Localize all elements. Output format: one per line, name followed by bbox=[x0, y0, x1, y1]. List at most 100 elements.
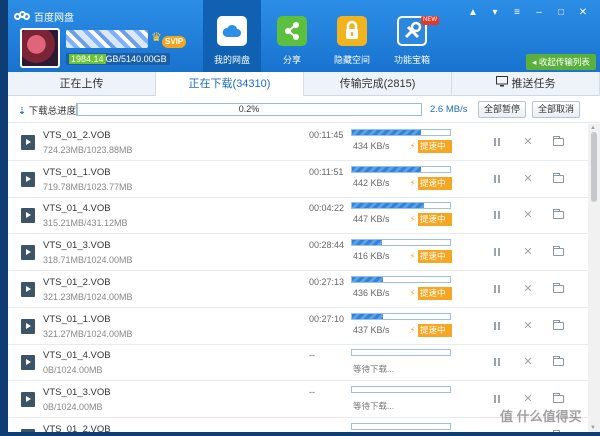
new-badge: NEW bbox=[421, 16, 439, 25]
open-folder-icon[interactable] bbox=[551, 355, 565, 369]
minimize-button[interactable]: – bbox=[528, 6, 550, 20]
avatar[interactable] bbox=[20, 28, 60, 68]
scroll-up-icon[interactable]: ▲ bbox=[590, 125, 598, 131]
open-folder-icon[interactable] bbox=[551, 245, 565, 259]
nav-hidden-space[interactable]: 隐藏空间 bbox=[323, 0, 381, 72]
pause-icon[interactable] bbox=[490, 135, 504, 149]
boost-badge[interactable]: ⚡ 提速中 bbox=[407, 323, 452, 337]
cancel-icon[interactable]: ✕ bbox=[521, 392, 535, 406]
video-file-icon bbox=[21, 245, 35, 261]
open-folder-icon[interactable] bbox=[551, 392, 565, 406]
open-folder-icon[interactable] bbox=[551, 282, 565, 296]
scroll-down-icon[interactable]: ▼ bbox=[590, 425, 598, 431]
file-size: 719.78MB/1023.77MB bbox=[43, 181, 133, 192]
menu-icon[interactable]: ≡ bbox=[506, 6, 528, 20]
open-folder-icon[interactable] bbox=[551, 208, 565, 222]
notification-icon[interactable]: ▲ bbox=[462, 6, 484, 20]
boost-badge[interactable]: ⚡ 提速中 bbox=[407, 140, 452, 153]
download-row[interactable]: VTS_01_3.VOB 318.71MB/1024.00MB 00:28:44 41… bbox=[8, 234, 588, 272]
cloud-icon bbox=[217, 16, 247, 46]
boost-badge[interactable]: ⚡ 提速中 bbox=[407, 213, 452, 227]
file-name: VTS_01_3.VOB bbox=[43, 386, 111, 398]
close-button[interactable]: ✕ bbox=[572, 6, 594, 20]
file-name: VTS_01_2.VOB bbox=[43, 423, 111, 432]
cancel-icon[interactable]: ✕ bbox=[521, 282, 535, 296]
remaining-time: 00:04:22 bbox=[309, 203, 345, 214]
share-icon bbox=[277, 16, 307, 46]
download-row[interactable]: VTS_01_4.VOB 315.21MB/431.12MB 00:04:22 447… bbox=[8, 197, 588, 235]
collapse-transfer-list-button[interactable]: ◂ 收起传输列表 bbox=[526, 54, 596, 70]
pause-icon[interactable] bbox=[490, 245, 504, 259]
cancel-icon[interactable]: ✕ bbox=[521, 135, 535, 149]
username-redacted bbox=[66, 30, 148, 48]
boost-badge[interactable]: ⚡ 提速中 bbox=[407, 250, 452, 264]
download-speed: 442 KB/s bbox=[353, 177, 390, 188]
cancel-icon[interactable]: ✕ bbox=[521, 429, 535, 432]
open-folder-icon[interactable] bbox=[551, 172, 565, 186]
cancel-all-button[interactable]: 全部取消 bbox=[532, 101, 580, 118]
tab-push-tasks[interactable]: 推送任务 bbox=[452, 72, 600, 96]
pause-icon[interactable] bbox=[490, 172, 504, 186]
pause-icon[interactable] bbox=[490, 282, 504, 296]
open-folder-icon[interactable] bbox=[551, 429, 565, 432]
download-progress-fill bbox=[352, 166, 421, 172]
file-size: 321.23MB/1024.00MB bbox=[43, 291, 133, 302]
download-row[interactable]: VTS_01_2.VOB 321.23MB/1024.00MB 00:27:13 43… bbox=[8, 271, 588, 308]
download-arrow-icon: ⇣ bbox=[18, 106, 29, 117]
nav-label: 功能宝箱 bbox=[393, 55, 430, 65]
pause-icon[interactable] bbox=[490, 208, 504, 222]
boost-label: 提速中 bbox=[420, 287, 446, 298]
file-size: 0B/1024.00MB bbox=[43, 365, 103, 376]
pause-icon[interactable] bbox=[490, 392, 504, 406]
collapse-label: 收起传输列表 bbox=[538, 57, 590, 67]
nav-my-disk[interactable]: 我的网盘 bbox=[203, 0, 261, 72]
pause-icon[interactable] bbox=[490, 319, 504, 333]
scrollbar-thumb[interactable] bbox=[591, 132, 597, 202]
cancel-icon[interactable]: ✕ bbox=[521, 208, 535, 222]
download-row[interactable]: VTS_01_1.VOB 321.27MB/1024.00MB 00:27:10 43… bbox=[8, 308, 588, 345]
pause-all-button[interactable]: 全部暂停 bbox=[478, 101, 526, 118]
nav-label: 隐藏空间 bbox=[333, 55, 370, 65]
cancel-icon[interactable]: ✕ bbox=[521, 319, 535, 333]
nav-label: 我的网盘 bbox=[213, 55, 250, 65]
lightning-icon: ⚡ bbox=[407, 323, 418, 337]
overall-speed: 2.6 MB/s bbox=[430, 104, 468, 115]
window-controls: ▲ ▾ ≡ – □ ✕ bbox=[462, 6, 594, 20]
download-row[interactable]: VTS_01_4.VOB 0B/1024.00MB -- 等待下载... ✕ bbox=[8, 344, 588, 382]
boost-label: 提速中 bbox=[420, 141, 446, 151]
open-folder-icon[interactable] bbox=[551, 319, 565, 333]
file-size: 321.27MB/1024.00MB bbox=[43, 328, 133, 339]
tab-completed[interactable]: 传输完成(2815) bbox=[304, 72, 452, 96]
cancel-icon[interactable]: ✕ bbox=[521, 355, 535, 369]
storage-used: 1984.14 bbox=[69, 54, 106, 64]
file-size: 724.23MB/1023.88MB bbox=[43, 145, 133, 155]
video-file-icon bbox=[21, 171, 35, 187]
maximize-button[interactable]: □ bbox=[550, 6, 572, 20]
video-file-icon bbox=[21, 281, 35, 297]
nav-toolbox[interactable]: 功能宝箱 bbox=[383, 0, 441, 72]
download-row[interactable]: VTS_01_2.VOB 724.23MB/1023.88MB 00:11:45 43… bbox=[8, 124, 588, 161]
download-speed: 436 KB/s bbox=[353, 287, 390, 298]
boost-badge[interactable]: ⚡ 提速中 bbox=[407, 286, 452, 300]
pause-icon[interactable] bbox=[490, 429, 504, 432]
svip-badge[interactable]: SVIP bbox=[162, 36, 187, 48]
cancel-icon[interactable]: ✕ bbox=[521, 245, 535, 259]
skin-icon[interactable]: ▾ bbox=[484, 6, 506, 20]
remaining-time: 00:27:13 bbox=[309, 276, 345, 287]
download-speed: 437 KB/s bbox=[353, 324, 390, 335]
video-file-icon bbox=[21, 355, 35, 371]
nav-share[interactable]: 分享 bbox=[263, 0, 321, 72]
lightning-icon: ⚡ bbox=[407, 140, 418, 153]
chevron-left-icon: ◂ bbox=[532, 57, 539, 67]
lightning-icon: ⚡ bbox=[407, 250, 418, 264]
open-folder-icon[interactable] bbox=[551, 135, 565, 149]
tab-downloading[interactable]: 正在下载(34310) bbox=[156, 72, 304, 96]
download-row[interactable]: VTS_01_1.VOB 719.78MB/1023.77MB 00:11:51 44… bbox=[8, 161, 588, 198]
scrollbar[interactable]: ▲ ▼ bbox=[588, 124, 600, 432]
boost-badge[interactable]: ⚡ 提速中 bbox=[407, 176, 452, 190]
remaining-time: -- bbox=[309, 350, 315, 361]
download-progress-bar bbox=[351, 349, 451, 357]
pause-icon[interactable] bbox=[490, 355, 504, 369]
tab-uploading[interactable]: 正在上传 bbox=[8, 72, 156, 96]
cancel-icon[interactable]: ✕ bbox=[521, 172, 535, 186]
